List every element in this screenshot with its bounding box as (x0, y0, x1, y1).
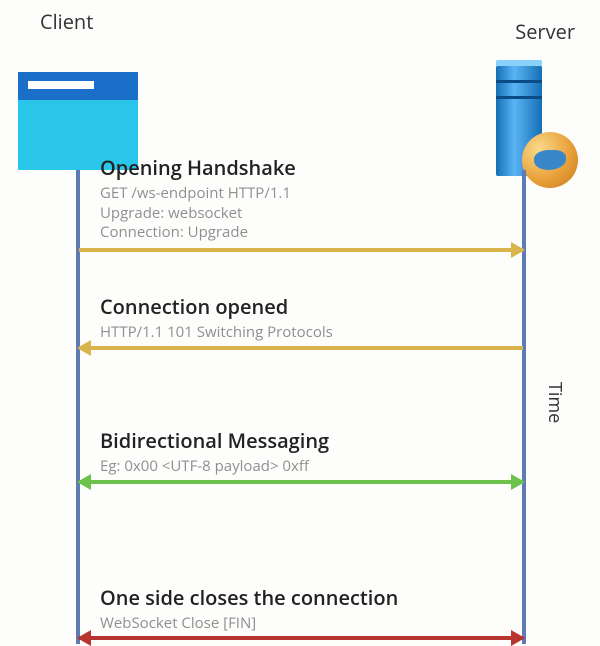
step-messaging: Bidirectional Messaging Eg: 0x00 <UTF-8 … (100, 427, 500, 477)
server-icon (496, 60, 564, 182)
globe-icon (522, 132, 578, 188)
server-label: Server (515, 18, 575, 45)
step-title: Bidirectional Messaging (100, 427, 500, 454)
step-title: One side closes the connection (100, 584, 500, 611)
time-axis-label: Time (543, 382, 567, 423)
arrow-opened (79, 346, 523, 350)
step-title: Opening Handshake (100, 154, 500, 181)
arrow-messaging (79, 480, 523, 484)
client-lifeline (76, 170, 80, 644)
step-detail: WebSocket Close [FIN] (100, 614, 500, 634)
step-opened: Connection opened HTTP/1.1 101 Switching… (100, 293, 500, 343)
arrow-close (79, 636, 523, 640)
step-handshake: Opening Handshake GET /ws-endpoint HTTP/… (100, 154, 500, 243)
step-close: One side closes the connection WebSocket… (100, 584, 500, 634)
step-detail: HTTP/1.1 101 Switching Protocols (100, 323, 500, 343)
step-detail: GET /ws-endpoint HTTP/1.1 Upgrade: webso… (100, 184, 500, 243)
step-title: Connection opened (100, 293, 500, 320)
client-label: Client (40, 8, 93, 35)
arrow-handshake (79, 248, 523, 252)
step-detail: Eg: 0x00 <UTF-8 payload> 0xff (100, 457, 500, 477)
